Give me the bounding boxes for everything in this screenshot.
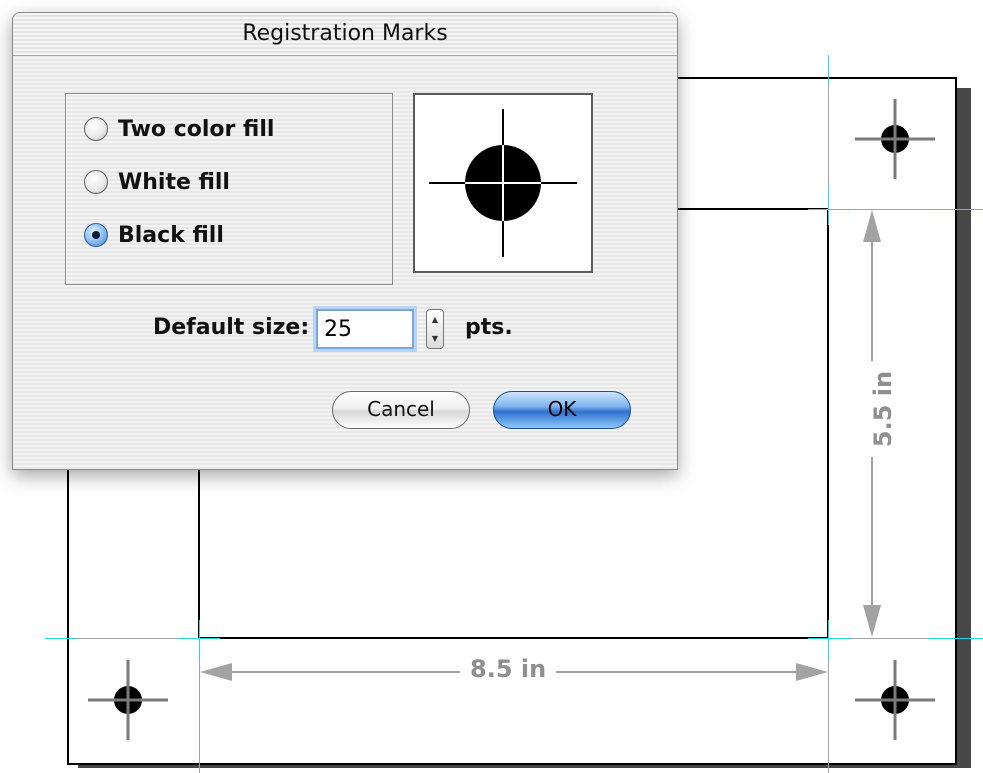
registration-mark-icon — [88, 660, 168, 740]
cyan-guide — [928, 209, 983, 210]
cyan-guide — [928, 638, 983, 639]
fill-options-group: Two color fill White fill Black fill — [65, 93, 393, 285]
cyan-guide — [828, 620, 829, 660]
trim-bottom — [199, 637, 829, 639]
cancel-button[interactable]: Cancel — [332, 391, 470, 429]
radio-label: Two color fill — [118, 116, 275, 142]
cyan-guide — [45, 638, 75, 639]
radio-button-icon[interactable] — [84, 117, 108, 141]
trim-right — [827, 208, 829, 639]
mark-preview — [413, 93, 593, 273]
width-dimension-label: 8.5 in — [460, 655, 557, 683]
ok-button[interactable]: OK — [493, 391, 631, 429]
radio-button-selected-icon[interactable] — [84, 223, 108, 247]
size-stepper[interactable]: ▲ ▼ — [426, 309, 444, 349]
dialog-title: Registration Marks — [242, 21, 448, 46]
radio-two-color-fill[interactable]: Two color fill — [84, 112, 274, 146]
height-dimension-label: 5.5 in — [869, 360, 898, 458]
default-size-label: Default size: — [153, 315, 310, 340]
registration-marks-dialog: Registration Marks Two color fill White … — [12, 12, 678, 470]
cyan-guide — [828, 55, 829, 85]
registration-mark-icon — [855, 99, 935, 179]
cyan-guide — [808, 209, 850, 210]
units-label: pts. — [465, 315, 513, 340]
stepper-down-icon[interactable]: ▼ — [432, 334, 438, 343]
default-size-input[interactable] — [316, 309, 414, 349]
stepper-up-icon[interactable]: ▲ — [432, 315, 438, 324]
dialog-titlebar[interactable]: Registration Marks — [13, 13, 677, 56]
cyan-guide — [808, 638, 850, 639]
radio-label: White fill — [118, 169, 230, 195]
registration-mark-icon — [855, 660, 935, 740]
radio-label: Black fill — [118, 222, 224, 248]
cyan-guide — [828, 185, 829, 225]
radio-button-icon[interactable] — [84, 170, 108, 194]
radio-white-fill[interactable]: White fill — [84, 165, 230, 199]
cyan-guide — [199, 620, 200, 660]
registration-mark-preview-icon — [429, 109, 577, 257]
radio-black-fill[interactable]: Black fill — [84, 218, 224, 252]
